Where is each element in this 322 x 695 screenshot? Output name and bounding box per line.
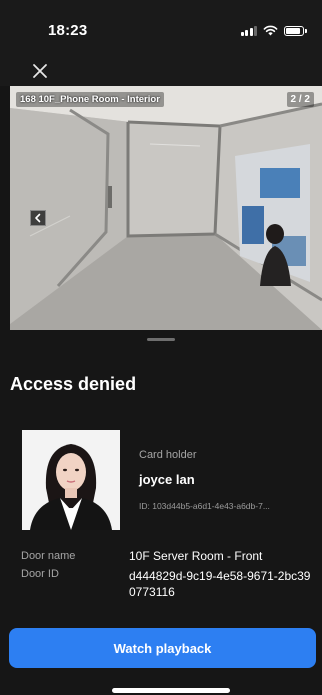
camera-counter: 2 / 2 bbox=[286, 92, 314, 107]
camera-image bbox=[10, 86, 322, 330]
card-holder-id: ID: 103d44b5-a6d1-4e43-a6db-7... bbox=[139, 501, 270, 511]
home-indicator bbox=[112, 688, 230, 693]
sheet-drag-handle[interactable] bbox=[147, 338, 175, 341]
event-title: Access denied bbox=[10, 374, 137, 394]
watch-playback-button[interactable]: Watch playback bbox=[9, 628, 316, 668]
status-bar: 18:23 bbox=[0, 0, 322, 56]
card-holder-name: joyce lan bbox=[139, 472, 195, 487]
door-name-value: 10F Server Room - Front bbox=[129, 549, 263, 563]
door-name-label: Door name bbox=[21, 550, 76, 562]
wifi-icon bbox=[263, 25, 278, 36]
previous-camera-button[interactable] bbox=[30, 210, 46, 226]
card-holder-photo bbox=[22, 430, 120, 530]
chevron-left-icon bbox=[35, 213, 41, 223]
camera-name-label: 168 10F_Phone Room - Interior bbox=[16, 92, 164, 107]
card-holder-label: Card holder bbox=[139, 449, 197, 461]
battery-icon bbox=[284, 25, 307, 36]
event-details-sheet: Access denied Card holder joyce lan ID: … bbox=[0, 330, 322, 695]
close-button[interactable] bbox=[28, 59, 52, 83]
door-id-value: d444829d-9c19-4e58-9671-2bc390773116 bbox=[129, 569, 311, 599]
top-nav bbox=[0, 56, 322, 86]
camera-snapshot[interactable]: 168 10F_Phone Room - Interior 2 / 2 bbox=[10, 86, 322, 330]
close-icon bbox=[33, 64, 47, 78]
signal-icon bbox=[240, 25, 257, 36]
status-icons bbox=[240, 25, 307, 36]
status-time: 18:23 bbox=[48, 22, 88, 39]
door-id-label: Door ID bbox=[21, 568, 59, 580]
